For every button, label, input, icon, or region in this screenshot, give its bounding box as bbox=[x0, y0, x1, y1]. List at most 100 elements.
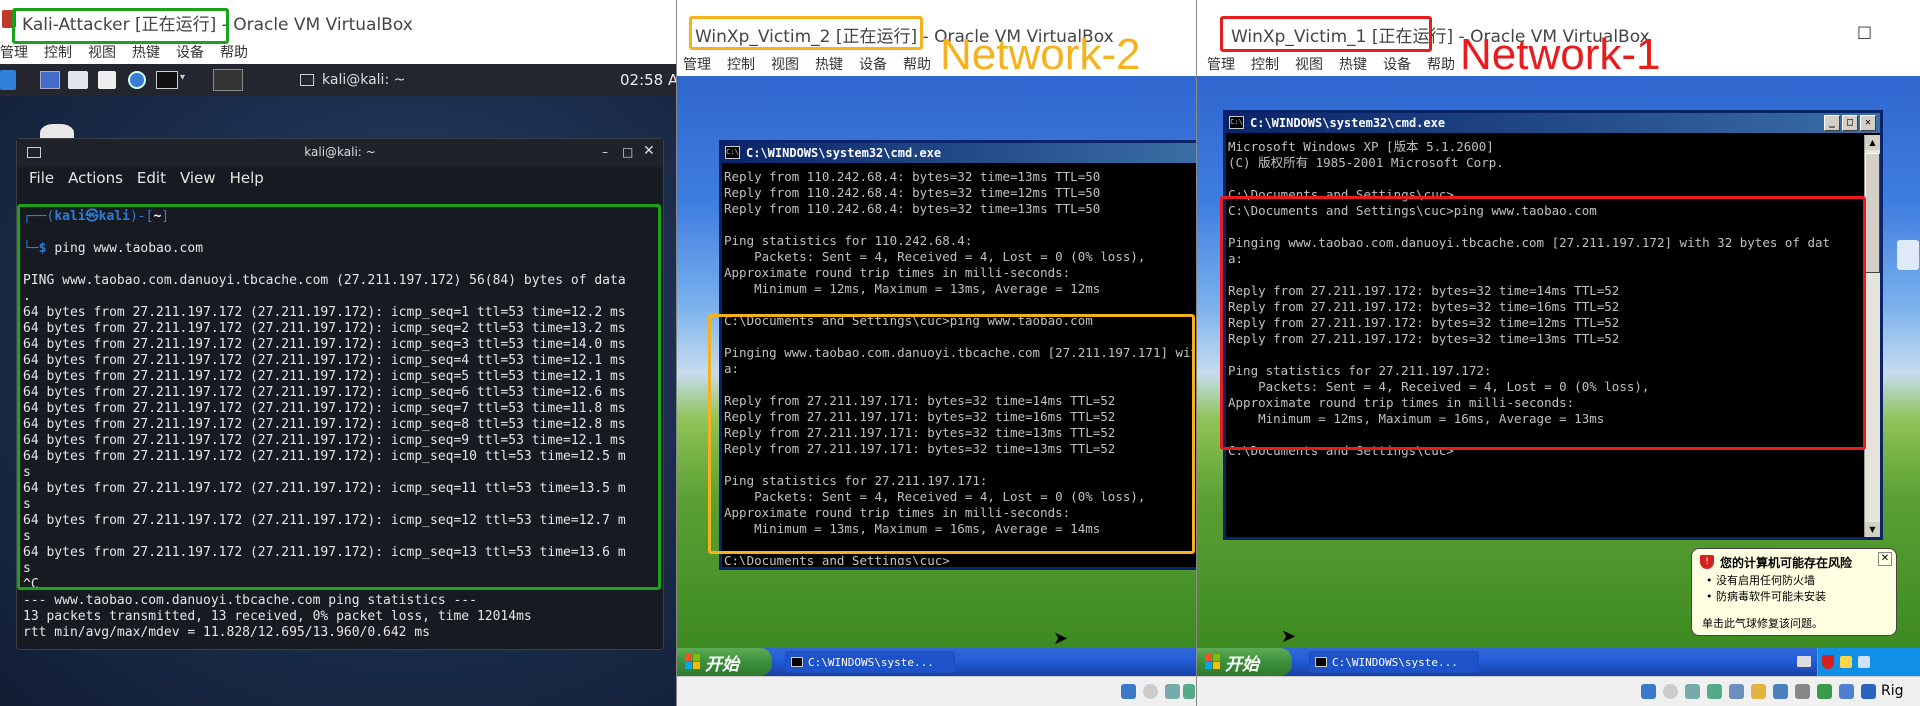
victim1-vbox-statusbar: Rig bbox=[1197, 676, 1920, 706]
recording-icon[interactable] bbox=[1795, 684, 1810, 699]
network-status-icon[interactable] bbox=[1707, 684, 1722, 699]
menu-manage[interactable]: 管理 bbox=[1207, 54, 1235, 74]
dropdown-icon[interactable]: ▾ bbox=[180, 72, 185, 83]
victim1-start-button[interactable]: 开始 bbox=[1197, 648, 1292, 676]
output-line: C:\Documents and Settings\cuc>_ bbox=[724, 553, 958, 565]
panel-task-label: kali@kali: ~ bbox=[322, 72, 406, 88]
cmd-task-icon bbox=[1315, 657, 1327, 667]
menu-hotkeys[interactable]: 热键 bbox=[815, 54, 843, 74]
desktop-icon[interactable] bbox=[40, 71, 60, 89]
output-line: Ping statistics for 110.242.68.4: bbox=[724, 233, 973, 248]
cmd-scrollbar[interactable]: ▲ ▼ bbox=[1864, 135, 1880, 537]
menu-help[interactable]: 帮助 bbox=[1427, 54, 1455, 74]
desktop-recycle-icon[interactable] bbox=[1897, 240, 1919, 270]
output-line: Packets: Sent = 4, Received = 4, Lost = … bbox=[724, 249, 1146, 264]
editor-icon[interactable] bbox=[98, 71, 116, 89]
victim2-start-button[interactable]: 开始 bbox=[677, 648, 772, 676]
victim2-title-highlight-box bbox=[689, 16, 923, 50]
cmd-minimize-button[interactable]: _ bbox=[1824, 115, 1840, 131]
victim1-cmd-titlebar[interactable]: C:\ C:\WINDOWS\system32\cmd.exe _ □ ✕ bbox=[1226, 113, 1880, 133]
terminal-titlebar[interactable]: kali@kali: ~ – □ ✕ bbox=[17, 139, 663, 167]
menu-control[interactable]: 控制 bbox=[727, 54, 755, 74]
menu-control[interactable]: 控制 bbox=[44, 42, 72, 62]
cmd-task-icon bbox=[791, 657, 803, 667]
victim1-output-highlight-box bbox=[1220, 196, 1866, 450]
mouse-integration-icon[interactable] bbox=[1839, 684, 1854, 699]
tray-keyboard-icon[interactable] bbox=[1797, 656, 1811, 667]
balloon-close-icon[interactable]: ✕ bbox=[1878, 552, 1892, 566]
menu-devices[interactable]: 设备 bbox=[176, 42, 204, 62]
kali-menu-icon[interactable] bbox=[0, 70, 16, 90]
host-key-arrow-icon[interactable] bbox=[1861, 684, 1876, 699]
victim2-cmd-title: C:\WINDOWS\system32\cmd.exe bbox=[746, 146, 942, 160]
maximize-icon[interactable]: □ bbox=[1857, 22, 1872, 41]
menu-manage[interactable]: 管理 bbox=[683, 54, 711, 74]
files-icon[interactable] bbox=[68, 71, 88, 89]
balloon-bullet: • 没有启用任何防火墙 bbox=[1706, 574, 1815, 587]
terminal-menubar: File Actions Edit View Help bbox=[29, 169, 264, 191]
terminal-menu-view[interactable]: View bbox=[180, 169, 216, 191]
browser-icon[interactable] bbox=[128, 71, 146, 89]
cmd-close-button[interactable]: ✕ bbox=[1860, 115, 1876, 131]
menu-hotkeys[interactable]: 热键 bbox=[1339, 54, 1367, 74]
balloon-bullets: • 没有启用任何防火墙 • 防病毒软件可能未安装 bbox=[1706, 573, 1826, 605]
mouse-cursor-icon: ➤ bbox=[1053, 628, 1069, 649]
terminal-menu-actions[interactable]: Actions bbox=[68, 169, 123, 191]
menu-hotkeys[interactable]: 热键 bbox=[132, 42, 160, 62]
victim2-taskbar-cmd[interactable]: C:\WINDOWS\syste... bbox=[785, 651, 955, 673]
network-status-icon[interactable] bbox=[1183, 684, 1195, 699]
panel-task-terminal[interactable]: kali@kali: ~ bbox=[300, 68, 460, 92]
tray-shield-icon[interactable] bbox=[1822, 655, 1834, 669]
close-icon[interactable]: ✕ bbox=[643, 143, 655, 159]
victim2-xp-taskbar: 开始 C:\WINDOWS\syste... bbox=[677, 648, 1196, 676]
cmd-icon: C:\ bbox=[725, 146, 740, 159]
storage-icon[interactable] bbox=[1641, 684, 1656, 699]
terminal-menu-help[interactable]: Help bbox=[230, 169, 264, 191]
victim2-task-label: C:\WINDOWS\syste... bbox=[808, 655, 934, 669]
menu-manage[interactable]: 管理 bbox=[0, 42, 28, 62]
scroll-down-arrow-icon[interactable]: ▼ bbox=[1865, 522, 1880, 537]
optical-drive-icon[interactable] bbox=[1663, 684, 1678, 699]
scroll-up-arrow-icon[interactable]: ▲ bbox=[1865, 135, 1880, 150]
terminal-menu-edit[interactable]: Edit bbox=[137, 169, 166, 191]
shared-folder-icon[interactable] bbox=[1751, 684, 1766, 699]
security-balloon[interactable]: ! 您的计算机可能存在风险 ✕ • 没有启用任何防火墙 • 防病毒软件可能未安装… bbox=[1691, 548, 1897, 636]
balloon-title: 您的计算机可能存在风险 bbox=[1720, 556, 1853, 570]
optical-drive-icon[interactable] bbox=[1143, 684, 1158, 699]
minimize-icon[interactable]: – bbox=[602, 145, 608, 159]
bullet-text: 没有启用任何防火墙 bbox=[1716, 574, 1815, 587]
mouse-cursor-icon: ➤ bbox=[1281, 626, 1297, 647]
panel-clock[interactable]: 02:58 A bbox=[620, 71, 676, 89]
menu-view[interactable]: 视图 bbox=[88, 42, 116, 62]
menu-view[interactable]: 视图 bbox=[1295, 54, 1323, 74]
menu-control[interactable]: 控制 bbox=[1251, 54, 1279, 74]
terminal-menu-file[interactable]: File bbox=[29, 169, 54, 191]
tray-network-icon[interactable] bbox=[1858, 656, 1870, 668]
output-line: --- www.taobao.com.danuoyi.tbcache.com p… bbox=[23, 593, 477, 608]
audio-icon[interactable] bbox=[1685, 684, 1700, 699]
maximize-icon[interactable]: □ bbox=[622, 145, 633, 159]
menu-devices[interactable]: 设备 bbox=[859, 54, 887, 74]
menu-help[interactable]: 帮助 bbox=[220, 42, 248, 62]
victim1-title-highlight-box bbox=[1220, 16, 1432, 52]
cmd-maximize-button[interactable]: □ bbox=[1842, 115, 1858, 131]
system-tray bbox=[1817, 648, 1920, 676]
cpu-icon[interactable] bbox=[1817, 684, 1832, 699]
usb-icon[interactable] bbox=[1165, 684, 1180, 699]
active-terminal-icon[interactable] bbox=[213, 69, 243, 91]
victim1-cmd-title: C:\WINDOWS\system32\cmd.exe bbox=[1250, 116, 1446, 130]
output-line: Reply from 110.242.68.4: bytes=32 time=1… bbox=[724, 185, 1101, 200]
storage-icon[interactable] bbox=[1121, 684, 1136, 699]
menu-view[interactable]: 视图 bbox=[771, 54, 799, 74]
victim1-taskbar-cmd[interactable]: C:\WINDOWS\syste... bbox=[1309, 651, 1479, 673]
menu-devices[interactable]: 设备 bbox=[1383, 54, 1411, 74]
usb-icon[interactable] bbox=[1729, 684, 1744, 699]
terminal-launcher-icon[interactable] bbox=[156, 71, 178, 89]
bullet-text: 防病毒软件可能未安装 bbox=[1716, 590, 1826, 603]
tray-volume-icon[interactable] bbox=[1840, 656, 1852, 668]
display-icon[interactable] bbox=[1773, 684, 1788, 699]
scroll-thumb[interactable] bbox=[1865, 153, 1880, 273]
victim2-cmd-titlebar[interactable]: C:\ C:\WINDOWS\system32\cmd.exe bbox=[722, 143, 1196, 163]
menu-help[interactable]: 帮助 bbox=[903, 54, 931, 74]
